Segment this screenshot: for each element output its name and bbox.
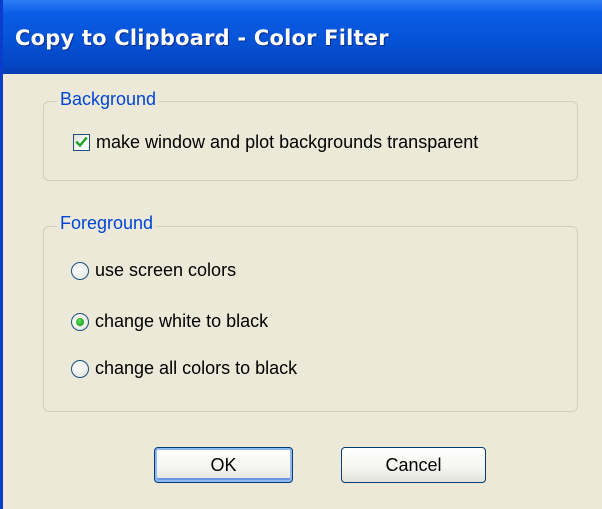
radio-change-white-to-black-label: change white to black — [95, 311, 269, 331]
radio-selected-icon[interactable] — [71, 312, 89, 331]
checkbox-checked-icon[interactable] — [73, 134, 90, 151]
radio-unselected-icon[interactable] — [71, 261, 89, 280]
radio-change-all-colors-to-black-label: change all colors to black — [95, 358, 298, 378]
background-group-label: Background — [57, 89, 160, 110]
foreground-group-label: Foreground — [57, 213, 157, 234]
transparent-background-label: make window and plot backgrounds transpa… — [96, 132, 479, 152]
checkmark-icon — [75, 136, 88, 148]
radio-dot-icon — [76, 317, 84, 326]
radio-change-all-colors-to-black[interactable]: change all colors to black — [71, 358, 297, 379]
transparent-background-checkbox[interactable]: make window and plot backgrounds transpa… — [73, 132, 478, 153]
dialog-window: Copy to Clipboard - Color Filter Backgro… — [0, 0, 602, 509]
title-bar[interactable]: Copy to Clipboard - Color Filter — [3, 0, 602, 74]
radio-unselected-icon[interactable] — [71, 359, 89, 378]
radio-use-screen-colors-label: use screen colors — [95, 260, 237, 280]
radio-use-screen-colors[interactable]: use screen colors — [71, 260, 236, 281]
radio-change-white-to-black[interactable]: change white to black — [71, 311, 268, 332]
dialog-title: Copy to Clipboard - Color Filter — [15, 26, 389, 50]
cancel-button[interactable]: Cancel — [341, 447, 486, 483]
ok-button[interactable]: OK — [154, 447, 293, 483]
